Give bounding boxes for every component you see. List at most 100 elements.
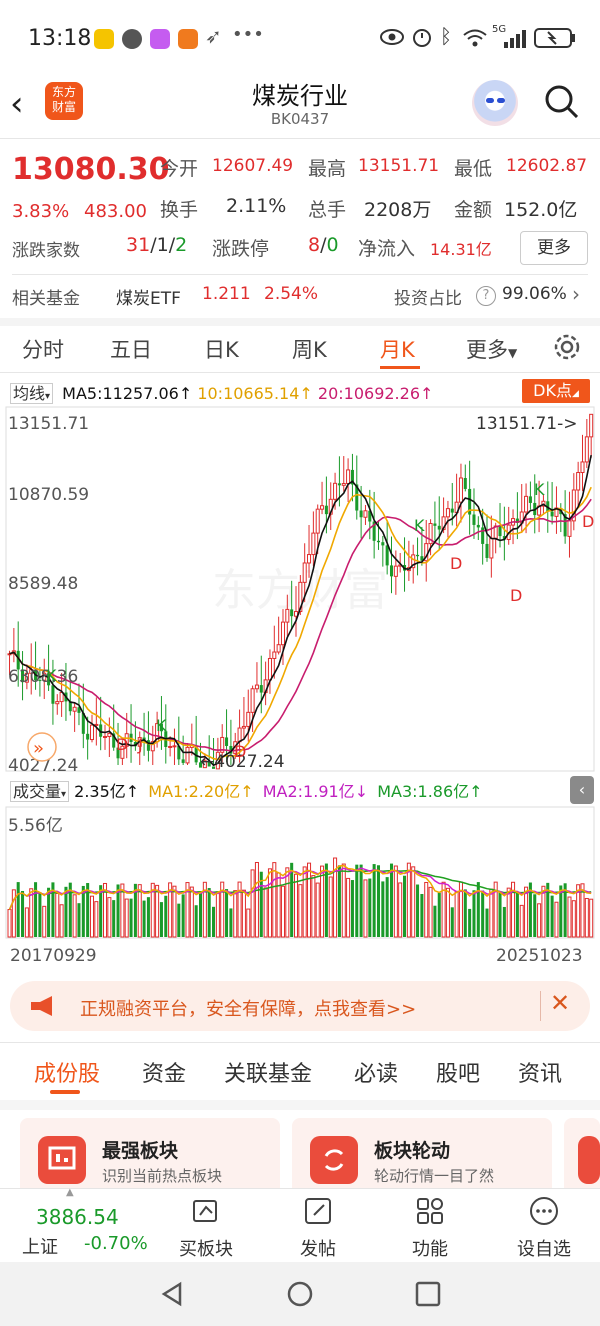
candlestick-chart[interactable]: 东方财富 13151.71 10870.59 8589.48 6308.36 4… (0, 405, 600, 773)
chevron-right-icon: › (572, 282, 580, 306)
index-value[interactable]: 3886.54 (36, 1205, 119, 1229)
volume-bar (89, 895, 95, 938)
volume-bar (16, 882, 20, 937)
volume-bar (155, 884, 160, 938)
volume-bar (515, 892, 519, 937)
volume-bar (298, 884, 303, 938)
price-axis-label: 10870.59 (8, 485, 89, 505)
close-icon[interactable]: ✕ (550, 989, 570, 1017)
volume-bar (38, 892, 42, 937)
inflow-value: 14.31亿 (430, 240, 492, 259)
volume-bars-group (7, 857, 594, 938)
buy-sector-label: 买板块 (179, 1239, 233, 1260)
collapse-panel-icon[interactable]: ‹ (570, 776, 594, 804)
volume-bar (537, 903, 542, 938)
index-percent[interactable]: -0.70% (84, 1233, 148, 1254)
volume-bar (107, 897, 112, 938)
change-percent: 3.83% (12, 201, 70, 222)
related-fund-row[interactable]: 相关基金 煤炭ETF 1.211 2.54% 投资占比 ? 99.06% › (0, 282, 600, 310)
tab-more[interactable]: 更多▼ (466, 334, 517, 364)
candle-body (72, 706, 77, 712)
tab-funds-flow[interactable]: 资金 (142, 1056, 186, 1088)
related-fund-label: 相关基金 (12, 289, 80, 309)
expand-left-icon[interactable]: » (27, 732, 57, 762)
card-title: 板块轮动 (374, 1140, 451, 1162)
low-value: 12602.87 (506, 156, 588, 176)
page-header: ‹ 东方财富 煤炭行业 BK0437 (0, 72, 600, 136)
active-tab-indicator (380, 366, 420, 369)
vol-ma1: MA1:2.20亿 (148, 782, 241, 801)
candle-body (311, 532, 316, 556)
tab-must-read[interactable]: 必读 (354, 1056, 398, 1088)
volume-bar (424, 881, 429, 938)
tab-monthly-k[interactable]: 月K (380, 334, 415, 364)
index-name[interactable]: 上证 (22, 1233, 58, 1259)
volume-bar (177, 903, 181, 937)
card-strongest-sector[interactable]: 最强板块 识别当前热点板块 (20, 1118, 280, 1198)
card-partial-icon (578, 1136, 600, 1184)
volume-bar (350, 880, 354, 937)
volume-bar (198, 893, 203, 937)
tab-constituents[interactable]: 成份股 (34, 1056, 100, 1088)
ma-selector[interactable]: 均线▾ (10, 383, 54, 404)
tab-weekly-k[interactable]: 周K (292, 334, 327, 364)
help-icon[interactable]: ? (476, 286, 496, 306)
tab-forum[interactable]: 股吧 (436, 1056, 480, 1088)
candle-body (241, 725, 246, 729)
volume-chart[interactable]: 5.56亿 (0, 805, 600, 940)
candle-body (359, 510, 363, 518)
nav-recents-icon[interactable] (414, 1280, 442, 1308)
volume-bar (584, 897, 589, 938)
volume-bar (172, 885, 177, 938)
volume-bar (454, 890, 459, 938)
limit-down: 0 (326, 234, 339, 256)
search-icon[interactable] (544, 84, 578, 118)
volume-label: 总手 (308, 199, 347, 221)
candle-body (107, 732, 112, 738)
volume-bar (263, 887, 268, 938)
settings-gear-icon[interactable] (552, 332, 582, 362)
more-button[interactable]: 更多 (520, 231, 588, 265)
candle-body (89, 724, 95, 741)
nav-home-icon[interactable] (286, 1280, 314, 1308)
max-price-marker: 13151.71-> (476, 414, 578, 434)
change-value: 483.00 (84, 201, 147, 222)
volume-bar (246, 908, 251, 938)
card-sector-rotation[interactable]: 板块轮动 轮动行情一目了然 (292, 1118, 552, 1198)
card-partial[interactable] (564, 1118, 600, 1198)
signal-j: J (137, 735, 143, 754)
volume-bar (124, 898, 129, 938)
volume-bar (346, 877, 351, 938)
tab-more-label: 更多 (466, 338, 508, 362)
volume-bar (250, 869, 255, 938)
candle-body (333, 482, 338, 500)
tab-daily-k[interactable]: 日K (204, 334, 239, 364)
status-bar: 13:18 ➶ ••• ᛒ 5G (0, 0, 600, 72)
candle-body (524, 495, 529, 513)
grid-icon (417, 1198, 443, 1224)
assistant-avatar[interactable] (472, 80, 518, 126)
volume-bar (207, 888, 211, 937)
tab-related-funds[interactable]: 关联基金 (224, 1056, 312, 1088)
candle-body (576, 472, 581, 491)
tab-news[interactable]: 资讯 (518, 1056, 562, 1088)
tab-intraday[interactable]: 分时 (22, 334, 64, 364)
volume-bar (47, 887, 51, 937)
volume-bar (146, 897, 150, 937)
volume-bar (472, 890, 476, 937)
up-arrow-icon: ↑ (125, 782, 140, 801)
nav-back-icon[interactable] (158, 1280, 186, 1308)
tab-five-day[interactable]: 五日 (110, 334, 152, 364)
volume-bar (411, 866, 416, 938)
volume-bar (372, 864, 376, 937)
candle-body (381, 542, 385, 546)
volume-bar (229, 908, 233, 937)
volume-bar (267, 868, 272, 938)
up-arrow-icon: ↑ (178, 384, 193, 403)
fund-name: 煤炭ETF (116, 289, 181, 309)
promo-banner[interactable]: 正规融资平台，安全有保障，点我查看>> ✕ (10, 981, 590, 1031)
dk-point-button[interactable]: DK点◢ (522, 379, 590, 403)
up-arrow-icon: ↑ (420, 384, 434, 403)
candle-body (589, 413, 594, 438)
volume-selector[interactable]: 成交量▾ (10, 781, 70, 802)
